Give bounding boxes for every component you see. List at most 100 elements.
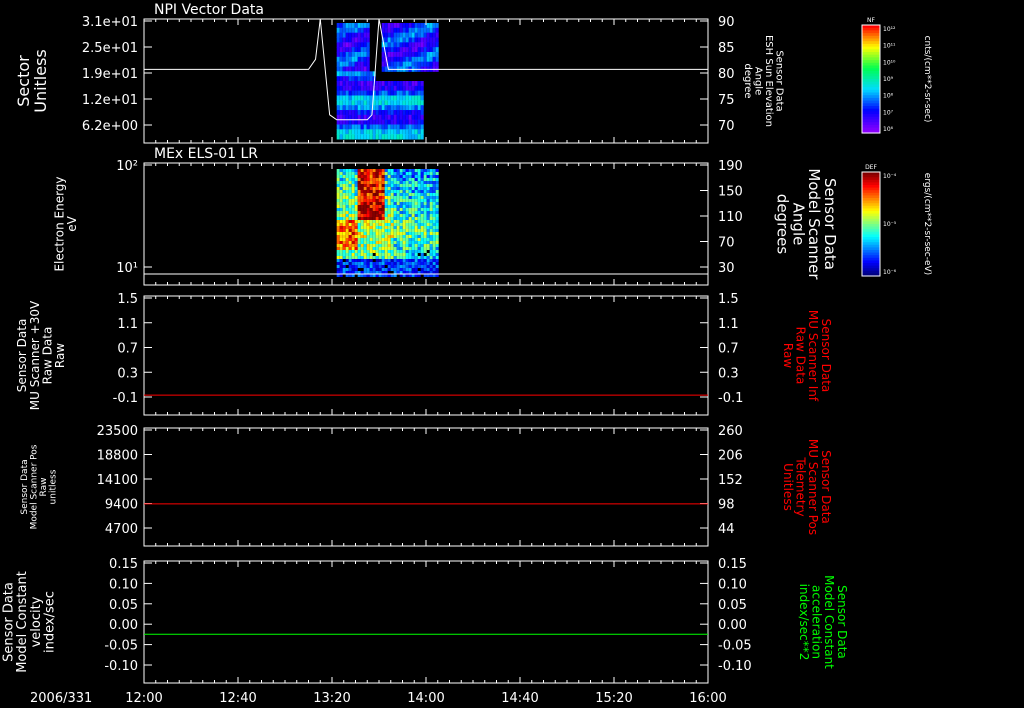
heatmap-cell: [366, 247, 370, 250]
heatmap-cell: [351, 100, 355, 106]
heatmap-cell: [378, 265, 382, 268]
heatmap-cell: [414, 32, 418, 38]
heatmap-cell: [399, 169, 403, 172]
heatmap-cell: [363, 37, 367, 43]
heatmap-cell: [435, 250, 439, 253]
heatmap-cell: [423, 235, 427, 238]
heatmap-cell: [342, 217, 346, 220]
heatmap-cell: [381, 178, 385, 181]
heatmap-cell: [360, 262, 364, 265]
heatmap-cell: [402, 232, 406, 235]
heatmap-cell: [369, 81, 373, 87]
heatmap-cell: [420, 205, 424, 208]
heatmap-cell: [384, 124, 388, 130]
heatmap-cell: [399, 190, 403, 193]
heatmap-cell: [345, 235, 349, 238]
heatmap-cell: [405, 23, 409, 29]
heatmap-cell: [390, 52, 394, 58]
heatmap-cell: [366, 187, 370, 190]
heatmap-cell: [381, 238, 385, 241]
heatmap-cell: [405, 90, 409, 96]
heatmap-cell: [390, 81, 394, 87]
heatmap-cell: [336, 27, 340, 34]
heatmap-cell: [429, 32, 433, 38]
heatmap-cell: [414, 52, 418, 58]
heatmap-cell: [384, 169, 388, 172]
heatmap-cell: [360, 175, 364, 178]
heatmap-cell: [348, 259, 352, 262]
heatmap-cell: [342, 244, 346, 247]
heatmap-cell: [435, 175, 439, 178]
heatmap-cell: [390, 265, 394, 268]
heatmap-cell: [369, 134, 373, 140]
heatmap-cell: [354, 244, 358, 247]
heatmap-cell: [408, 193, 412, 196]
heatmap-cell: [408, 56, 412, 63]
heatmap-cell: [354, 32, 358, 38]
heatmap-cell: [387, 105, 391, 111]
heatmap-cell: [339, 32, 343, 38]
heatmap-cell: [408, 208, 412, 211]
heatmap-cell: [402, 81, 406, 87]
heatmap-cell: [366, 253, 370, 256]
heatmap-cell: [408, 32, 412, 38]
heatmap-cell: [396, 47, 400, 53]
y2-tick-label: 90: [718, 15, 735, 30]
heatmap-cell: [381, 27, 385, 34]
heatmap-cell: [399, 196, 403, 199]
heatmap-cell: [429, 61, 433, 67]
heatmap-cell: [357, 238, 361, 241]
heatmap-cell: [402, 256, 406, 259]
heatmap-cell: [420, 37, 424, 43]
heatmap-cell: [399, 23, 403, 29]
y2-tick-label: 260: [718, 424, 743, 439]
heatmap-cell: [399, 124, 403, 130]
heatmap-cell: [351, 238, 355, 241]
heatmap-cell: [369, 241, 373, 244]
heatmap-cell: [336, 196, 340, 199]
heatmap-cell: [360, 23, 364, 29]
heatmap-cell: [387, 220, 391, 223]
y-tick-label: 1.9e+01: [82, 67, 138, 82]
heatmap-cell: [390, 42, 394, 48]
heatmap-cell: [336, 241, 340, 244]
heatmap-cell: [408, 205, 412, 208]
heatmap-cell: [366, 71, 370, 77]
heatmap-cell: [414, 190, 418, 193]
heatmap-cell: [372, 169, 376, 172]
heatmap-cell: [387, 178, 391, 181]
heatmap-cell: [387, 205, 391, 208]
heatmap-cell: [429, 259, 433, 262]
heatmap-cell: [384, 256, 388, 259]
heatmap-cell: [345, 256, 349, 259]
y-tick-label: 1.2e+01: [82, 93, 138, 108]
heatmap-cell: [348, 253, 352, 256]
heatmap-cell: [411, 124, 415, 130]
heatmap-cell: [426, 172, 430, 175]
heatmap-cell: [378, 85, 382, 92]
heatmap-cell: [339, 214, 343, 217]
heatmap-cell: [396, 211, 400, 214]
heatmap-cell: [408, 172, 412, 175]
heatmap-cell: [342, 37, 346, 43]
heatmap-cell: [402, 27, 406, 34]
heatmap-cell: [363, 247, 367, 250]
heatmap-cell: [405, 129, 409, 135]
heatmap-cell: [405, 259, 409, 262]
heatmap-cell: [348, 175, 352, 178]
heatmap-cell: [378, 220, 382, 223]
heatmap-cell: [348, 214, 352, 217]
heatmap-cell: [360, 199, 364, 202]
heatmap-cell: [399, 184, 403, 187]
heatmap-cell: [435, 262, 439, 265]
heatmap-cell: [336, 134, 340, 140]
heatmap-cell: [366, 217, 370, 220]
heatmap-cell: [417, 181, 421, 184]
heatmap-cell: [372, 114, 376, 121]
heatmap-cell: [360, 244, 364, 247]
heatmap-cell: [354, 37, 358, 43]
heatmap-cell: [348, 196, 352, 199]
heatmap-cell: [432, 250, 436, 253]
heatmap-cell: [387, 250, 391, 253]
heatmap-cell: [435, 217, 439, 220]
